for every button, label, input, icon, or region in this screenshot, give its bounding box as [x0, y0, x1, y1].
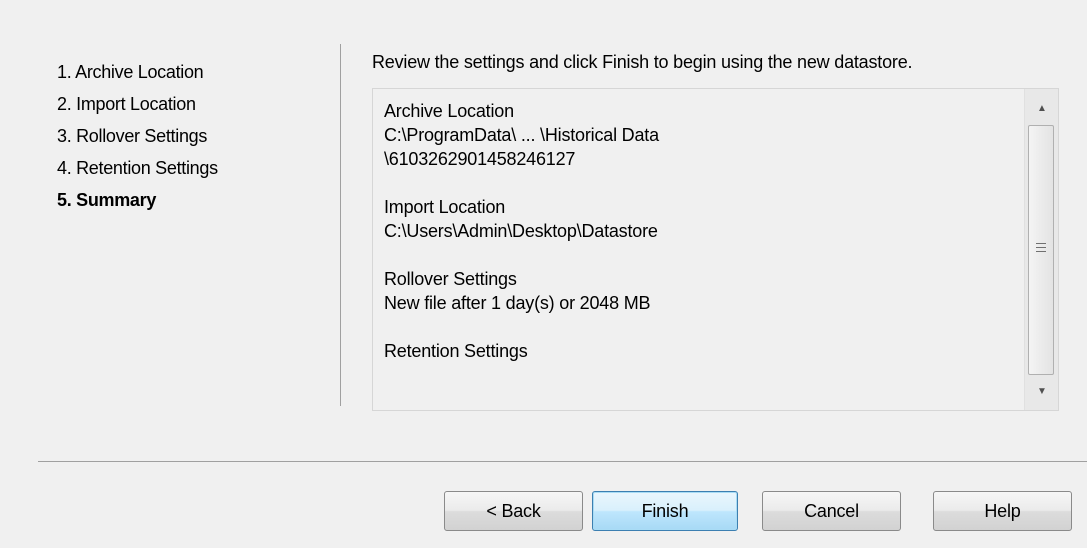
summary-textbox[interactable]: Archive Location C:\ProgramData\ ... \Hi… — [372, 88, 1059, 411]
scroll-thumb[interactable] — [1028, 125, 1054, 375]
summary-section-import-location: Import Location C:\Users\Admin\Desktop\D… — [384, 195, 1018, 243]
summary-heading: Rollover Settings — [384, 269, 517, 289]
grip-lines-icon — [1036, 243, 1046, 252]
wizard-steps: 1. Archive Location 2. Import Location 3… — [57, 56, 218, 216]
step-summary: 5. Summary — [57, 190, 157, 210]
summary-value: \6103262901458246127 — [384, 149, 576, 169]
back-button[interactable]: < Back — [444, 491, 583, 531]
summary-value: New file after 1 day(s) or 2048 MB — [384, 293, 651, 313]
finish-button[interactable]: Finish — [592, 491, 738, 531]
summary-value: C:\ProgramData\ ... \Historical Data — [384, 125, 659, 145]
step-retention-settings: 4. Retention Settings — [57, 158, 218, 178]
horizontal-divider — [38, 461, 1087, 462]
summary-section-rollover-settings: Rollover Settings New file after 1 day(s… — [384, 267, 1018, 315]
instruction-text: Review the settings and click Finish to … — [372, 52, 913, 72]
summary-section-retention-settings: Retention Settings — [384, 339, 1018, 363]
step-archive-location: 1. Archive Location — [57, 62, 204, 82]
cancel-button[interactable]: Cancel — [762, 491, 901, 531]
summary-heading: Import Location — [384, 197, 506, 217]
step-rollover-settings: 3. Rollover Settings — [57, 126, 208, 146]
vertical-divider — [340, 44, 341, 406]
vertical-scrollbar[interactable]: ▲ ▼ — [1024, 89, 1058, 410]
summary-heading: Retention Settings — [384, 341, 528, 361]
summary-value: C:\Users\Admin\Desktop\Datastore — [384, 221, 658, 241]
summary-heading: Archive Location — [384, 101, 514, 121]
scroll-up-arrow-icon[interactable]: ▲ — [1025, 95, 1058, 123]
step-import-location: 2. Import Location — [57, 94, 196, 114]
help-button[interactable]: Help — [933, 491, 1072, 531]
scroll-down-arrow-icon[interactable]: ▼ — [1025, 378, 1058, 406]
summary-content: Archive Location C:\ProgramData\ ... \Hi… — [384, 99, 1018, 387]
summary-section-archive-location: Archive Location C:\ProgramData\ ... \Hi… — [384, 99, 1018, 171]
